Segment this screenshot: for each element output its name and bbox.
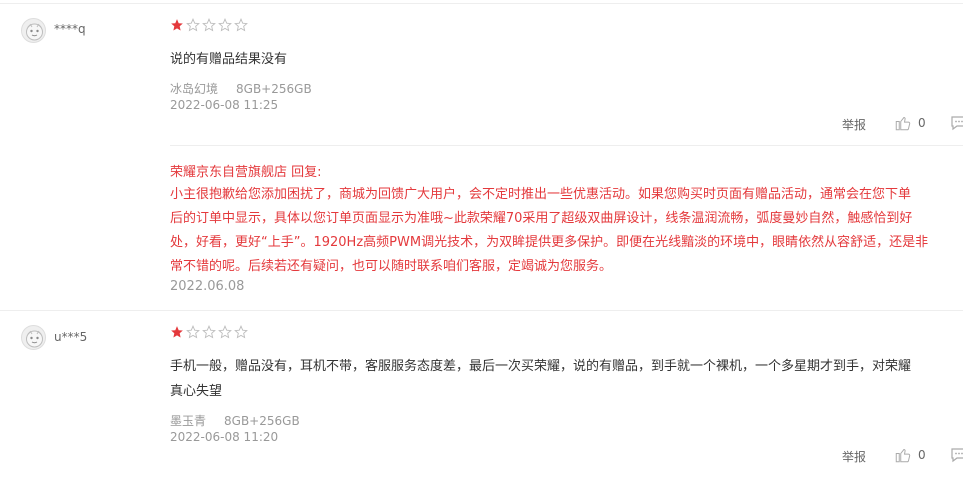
star-empty-icon <box>202 18 216 32</box>
star-filled-icon <box>171 19 183 31</box>
star-empty-icon <box>234 325 248 339</box>
like-icon <box>895 117 911 131</box>
reply-line: 常不错的呢。后续若还有疑问，也可以随时联系咱们客服，定竭诚为您服务。 <box>170 259 613 274</box>
product-variant: 墨玉青 8GB+256GB <box>170 412 300 429</box>
divider <box>0 3 963 4</box>
reply-title: 荣耀京东自营旗舰店 回复: <box>170 165 322 180</box>
review-content: 真心失望 <box>170 384 223 399</box>
like-count: 0 <box>918 116 926 130</box>
variant-storage: 8GB+256GB <box>224 414 300 428</box>
review-datetime: 2022-06-08 11:25 <box>170 98 279 112</box>
star-filled-icon <box>171 326 183 338</box>
star-empty-icon <box>218 325 232 339</box>
star-empty-icon <box>202 325 216 339</box>
review-content: 手机一般，赠品没有，耳机不带，客服服务态度差，最后一次买荣耀，说的有赠品，到手就… <box>170 359 912 374</box>
username: u***5 <box>54 330 88 344</box>
like-icon <box>895 449 911 463</box>
variant-color: 冰岛幻境 <box>170 82 219 96</box>
avatar-icon[interactable] <box>21 325 46 350</box>
comment-icon[interactable] <box>951 115 963 131</box>
comment-icon[interactable] <box>951 447 963 463</box>
report-button[interactable]: 举报 <box>842 448 866 465</box>
reply-line: 后的订单中显示，具体以您订单页面显示为准哦~此款荣耀70采用了超级双曲屏设计，线… <box>170 211 913 226</box>
product-variant: 冰岛幻境 8GB+256GB <box>170 80 312 97</box>
report-button[interactable]: 举报 <box>842 116 866 133</box>
review-datetime: 2022-06-08 11:20 <box>170 430 279 444</box>
reply-line: 处，好看，更好“上手”。1920Hz高频PWM调光技术，为双眸提供更多保护。即便… <box>170 235 929 250</box>
avatar-icon[interactable] <box>21 18 46 43</box>
divider <box>0 310 963 311</box>
star-empty-icon <box>186 325 200 339</box>
like-button[interactable]: 0 <box>894 446 926 464</box>
star-empty-icon <box>186 18 200 32</box>
username: ****q <box>54 22 86 36</box>
review-content: 说的有赠品结果没有 <box>170 52 288 67</box>
reply-line: 小主很抱歉给您添加困扰了，商城为回馈广大用户，会不定时推出一些优惠活动。如果您购… <box>170 187 912 202</box>
rating-stars <box>170 325 248 339</box>
reply-divider <box>170 145 963 146</box>
star-empty-icon <box>234 18 248 32</box>
variant-color: 墨玉青 <box>170 414 207 428</box>
star-empty-icon <box>218 18 232 32</box>
like-count: 0 <box>918 448 926 462</box>
reply-date: 2022.06.08 <box>170 279 245 294</box>
rating-stars <box>170 18 248 32</box>
like-button[interactable]: 0 <box>894 114 926 132</box>
variant-storage: 8GB+256GB <box>236 82 312 96</box>
review-list: ****q 说的有赠品结果没有 冰岛幻境 8GB+256GB 2022-06-08… <box>0 0 963 483</box>
